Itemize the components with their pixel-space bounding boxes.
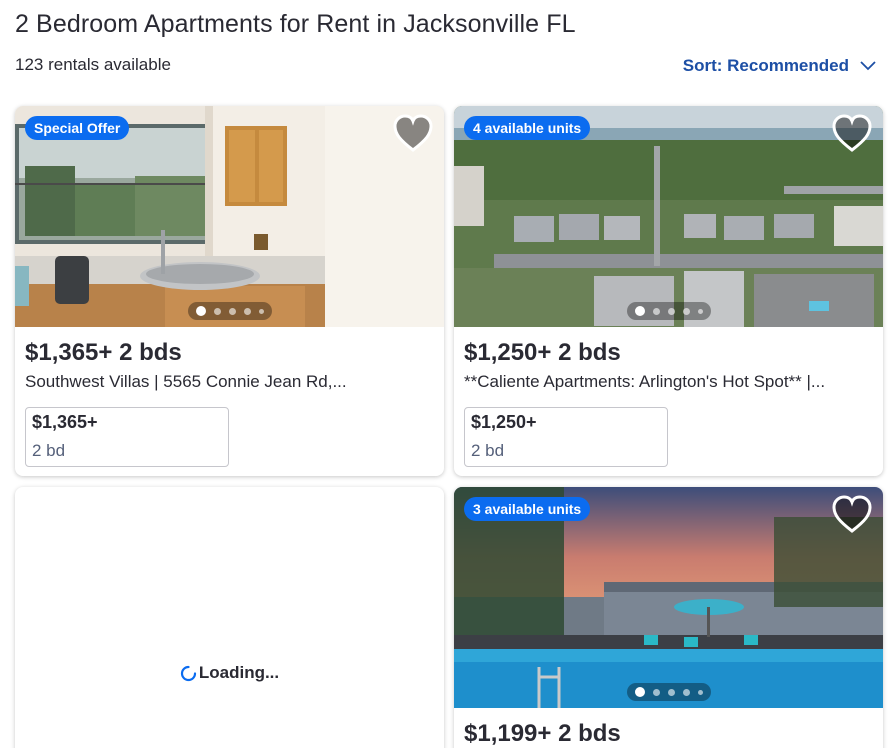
listing-price: $1,365+ 2 bds: [25, 339, 182, 366]
photo-carousel-dots[interactable]: [626, 302, 711, 320]
spinner-icon: [180, 665, 196, 681]
listing-badge: Special Offer: [25, 116, 130, 140]
listing-address[interactable]: Southwest Villas | 5565 Connie Jean Rd,.…: [25, 372, 435, 392]
listing-photo-kitchen[interactable]: Special Offer: [15, 106, 444, 327]
listing-address[interactable]: **Caliente Apartments: Arlington's Hot S…: [464, 372, 874, 392]
unit-beds: 2 bd: [32, 441, 66, 460]
listing-photo-pool[interactable]: 3 available units: [454, 487, 883, 708]
loading-text: Loading...: [198, 663, 280, 682]
photo-carousel-dots[interactable]: [187, 302, 272, 320]
heart-icon[interactable]: [831, 114, 873, 154]
listing-badge: 3 available units: [464, 497, 591, 521]
loading-indicator: Loading...: [15, 663, 444, 683]
sort-dropdown[interactable]: Sort: Recommended: [683, 56, 877, 76]
unit-price: $1,365+: [32, 412, 98, 432]
listing-price: $1,250+ 2 bds: [464, 339, 621, 366]
heart-icon[interactable]: [392, 114, 434, 154]
photo-carousel-dots[interactable]: [626, 683, 711, 701]
page-title: 2 Bedroom Apartments for Rent in Jackson…: [15, 10, 576, 38]
unit-beds: 2 bd: [471, 441, 505, 460]
unit-price-box[interactable]: $1,250+ 2 bd: [464, 407, 668, 467]
unit-price-box[interactable]: $1,365+ 2 bd: [25, 407, 229, 467]
listing-card-loading: Loading...: [15, 487, 444, 748]
chevron-down-icon: [860, 61, 876, 71]
listing-price: $1,199+ 2 bds: [464, 720, 621, 747]
sort-label: Sort: Recommended: [682, 56, 849, 75]
listing-card[interactable]: Special Offer $1,365+ 2 bds Southwest Vi…: [15, 106, 444, 476]
listing-badge: 4 available units: [464, 116, 591, 140]
unit-price: $1,250+: [471, 412, 537, 432]
heart-icon[interactable]: [831, 495, 873, 535]
results-count: 123 rentals available: [15, 55, 171, 74]
listing-card[interactable]: 3 available units $1,199+ 2 bds: [454, 487, 883, 748]
listing-photo-aerial[interactable]: 4 available units: [454, 106, 883, 327]
listing-card[interactable]: 4 available units $1,250+ 2 bds **Calien…: [454, 106, 883, 476]
